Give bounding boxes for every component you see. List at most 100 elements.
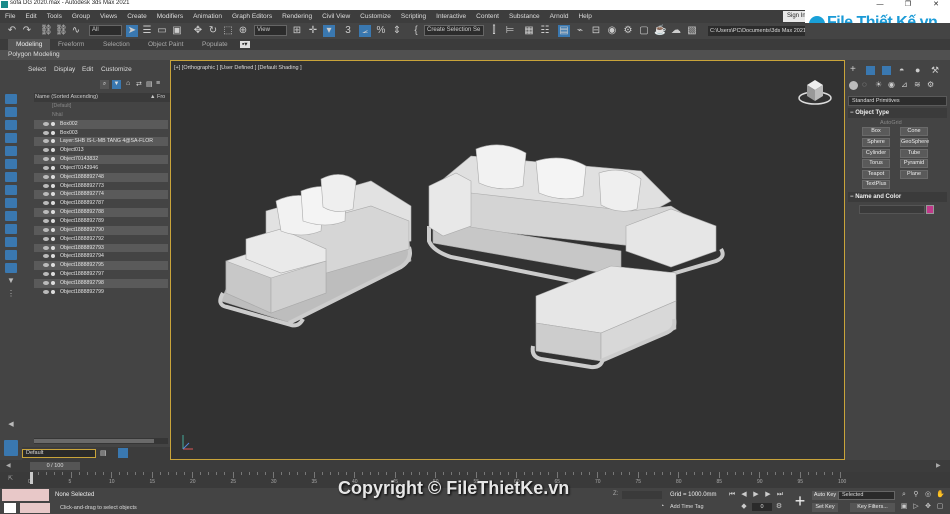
list-item[interactable]: Object1888892793 xyxy=(34,243,168,253)
scene-explorer-icon[interactable]: ▦ xyxy=(523,25,535,37)
maximize-viewport-icon[interactable]: ▢ xyxy=(936,503,944,511)
modify-tab-icon[interactable] xyxy=(866,66,875,75)
time-slider[interactable]: ◀ 0 / 100 ▶ xyxy=(0,460,950,472)
tab-object-paint[interactable]: Object Paint xyxy=(148,39,183,50)
autogrid-checkbox[interactable]: AutoGrid xyxy=(880,120,902,126)
tab-populate[interactable]: Populate xyxy=(202,39,228,50)
list-item[interactable]: Object1888892798 xyxy=(34,278,168,288)
display-cameras-icon[interactable] xyxy=(5,172,17,182)
placement-icon[interactable]: ⊕ xyxy=(237,25,249,37)
scrollbar-thumb[interactable] xyxy=(34,439,154,443)
explorer-tab-display[interactable]: Display xyxy=(54,66,75,73)
menu-tools[interactable]: Tools xyxy=(42,10,67,23)
list-item[interactable]: Object1888892774 xyxy=(34,190,168,200)
schematic-view-icon[interactable]: ⊟ xyxy=(590,25,602,37)
curve-editor-icon[interactable]: ⌁ xyxy=(574,25,586,37)
undo-icon[interactable]: ↶ xyxy=(6,25,18,37)
list-item[interactable]: Object1888892790 xyxy=(34,225,168,235)
menu-file[interactable]: File xyxy=(0,10,20,23)
menu-group[interactable]: Group xyxy=(67,10,95,23)
menu-modifiers[interactable]: Modifiers xyxy=(152,10,188,23)
utilities-tab-icon[interactable]: ⚒ xyxy=(931,65,939,76)
list-item[interactable]: Object70143946 xyxy=(34,164,168,173)
menu-substance[interactable]: Substance xyxy=(504,10,545,23)
list-item[interactable]: Object1888892792 xyxy=(34,235,168,244)
list-item[interactable]: Object1888892773 xyxy=(34,182,168,191)
display-none-icon[interactable] xyxy=(5,94,17,104)
menu-views[interactable]: Views xyxy=(95,10,122,23)
geometry-icon[interactable] xyxy=(849,81,858,90)
explorer-menu-icon[interactable]: ≡ xyxy=(156,80,160,87)
selection-filter-dropdown[interactable]: All xyxy=(89,25,122,36)
go-to-start-icon[interactable]: ⏮ xyxy=(728,491,736,499)
key-filters-button[interactable]: Key Filters... xyxy=(850,503,895,512)
create-tab-icon[interactable]: + xyxy=(850,64,856,75)
display-tab-icon[interactable]: ● xyxy=(915,65,920,75)
spinner-snap-icon[interactable]: ⇕ xyxy=(391,25,403,37)
systems-icon[interactable]: ⚙ xyxy=(927,80,934,89)
rect-selection-icon[interactable]: ▭ xyxy=(156,25,168,37)
minimize-button[interactable]: — xyxy=(866,0,894,10)
select-object-icon[interactable]: ➤ xyxy=(126,25,138,37)
list-item[interactable]: Object1888892794 xyxy=(34,252,168,261)
percent-snap-icon[interactable]: % xyxy=(375,25,387,37)
zoom-all-icon[interactable]: ⚲ xyxy=(912,491,920,499)
link-icon[interactable]: ⛓ xyxy=(40,25,53,37)
previous-frame-icon[interactable]: ◀ xyxy=(740,491,748,499)
sectional-sofa-model[interactable] xyxy=(427,144,725,370)
display-all-icon[interactable] xyxy=(5,107,17,117)
current-frame-marker[interactable] xyxy=(30,472,33,484)
walkthrough-icon[interactable]: ✥ xyxy=(924,503,932,511)
render-cloud-icon[interactable]: ☁ xyxy=(670,25,682,37)
keyboard-shortcut-icon[interactable]: ▾ xyxy=(323,25,335,37)
ribbon-options-icon[interactable]: ▪▾ xyxy=(240,41,250,48)
add-keys-icon[interactable]: + xyxy=(790,491,810,511)
menu-edit[interactable]: Edit xyxy=(20,10,41,23)
tab-selection[interactable]: Selection xyxy=(103,39,130,50)
angle-snap-icon[interactable]: ⦟ xyxy=(359,25,371,37)
menu-scripting[interactable]: Scripting xyxy=(396,10,431,23)
orbit-icon[interactable]: ◎ xyxy=(924,491,932,499)
name-and-color-rollout[interactable]: − Name and Color xyxy=(848,192,947,202)
menu-civil-view[interactable]: Civil View xyxy=(317,10,355,23)
explorer-horizontal-scrollbar[interactable] xyxy=(34,438,168,444)
list-item[interactable]: Layer:SHB IS-L-MB TANG 4@SA-FLOR xyxy=(34,137,168,147)
explorer-tab-customize[interactable]: Customize xyxy=(101,66,132,73)
list-item[interactable]: Object1888892799 xyxy=(34,288,168,297)
menu-interactive[interactable]: Interactive xyxy=(431,10,471,23)
explorer-tab-select[interactable]: Select xyxy=(28,66,46,73)
pyramid-button[interactable]: Pyramid xyxy=(900,159,928,168)
select-manipulate-icon[interactable]: ✛ xyxy=(307,25,319,37)
z-coordinate-field[interactable] xyxy=(622,491,662,499)
time-slider-right-icon[interactable]: ▶ xyxy=(936,462,941,469)
key-mode-icon[interactable]: ◆ xyxy=(740,503,748,511)
auto-key-button[interactable]: Auto Key xyxy=(812,491,838,500)
display-invert-icon[interactable] xyxy=(5,120,17,130)
time-slider-left-icon[interactable]: ◀ xyxy=(6,462,11,469)
helpers-icon[interactable]: ⊿ xyxy=(901,80,908,89)
pivot-center-icon[interactable]: ⊞ xyxy=(291,25,303,37)
display-containers-icon[interactable] xyxy=(5,250,17,260)
go-to-end-icon[interactable]: ⏭ xyxy=(776,491,784,499)
space-warps-icon[interactable]: ≋ xyxy=(914,80,921,89)
search-icon[interactable]: ⌕ xyxy=(100,80,109,89)
explorer-column-header[interactable]: Name (Sorted Ascending) ▲ Fro xyxy=(34,93,170,102)
next-frame-icon[interactable]: ▶ xyxy=(764,491,772,499)
sync-selection-icon[interactable]: ⇄ xyxy=(136,80,142,88)
script-mini-field[interactable] xyxy=(20,503,50,513)
zoom-region-icon[interactable]: ▣ xyxy=(900,503,908,511)
cone-button[interactable]: Cone xyxy=(900,127,928,136)
rendered-frame-icon[interactable]: ▢ xyxy=(638,25,650,37)
list-item[interactable]: Nhàl xyxy=(34,111,168,120)
primitive-type-dropdown[interactable]: Standard Primitives xyxy=(848,96,947,106)
viewport-orthographic[interactable]: [+] [Orthographic ] [User Defined ] [Def… xyxy=(170,60,845,460)
torus-button[interactable]: Torus xyxy=(862,159,890,168)
object-color-swatch[interactable] xyxy=(926,205,934,214)
menu-help[interactable]: Help xyxy=(573,10,596,23)
viewcube-icon[interactable] xyxy=(798,80,832,105)
teapot-button[interactable]: Teapot xyxy=(862,170,890,179)
reference-coord-dropdown[interactable]: View xyxy=(254,25,287,36)
display-helpers-icon[interactable] xyxy=(5,185,17,195)
geosphere-button[interactable]: GeoSphere xyxy=(900,138,929,147)
layer-options-icon[interactable]: ▤ xyxy=(100,449,107,457)
